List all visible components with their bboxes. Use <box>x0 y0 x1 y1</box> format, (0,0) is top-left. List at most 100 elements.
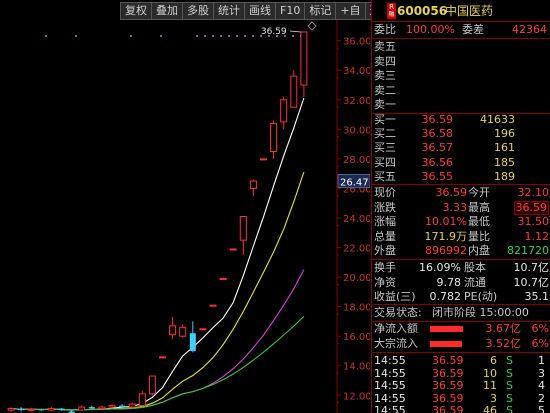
marker-dot <box>45 35 47 37</box>
weibi-label: 委比 <box>374 23 396 36</box>
bid-volume: 185 <box>494 155 515 169</box>
quote-label: 最高 <box>468 200 490 214</box>
ask-label: 卖一 <box>374 98 396 111</box>
quote-label: 量比 <box>468 229 490 243</box>
scroll-end-icon <box>307 21 317 31</box>
bid-label: 买三 <box>374 141 396 155</box>
margin-badge-sub: 融 <box>387 11 396 19</box>
trade-status-label: 交易状态: <box>374 306 422 319</box>
candle-body <box>128 403 136 408</box>
ask-row: 卖三 <box>372 69 550 83</box>
candle-body <box>58 408 65 411</box>
quote-row: 现价 36.59 今开 32.10 <box>372 186 550 200</box>
candle-body <box>38 409 45 411</box>
stat-label: 净资 <box>374 275 396 289</box>
quote-value: 1.12 <box>524 229 550 243</box>
quote-value: 821720 <box>507 244 549 258</box>
ma10-line <box>10 171 305 411</box>
candle-body <box>18 408 25 411</box>
tick-price: 36.59 <box>432 404 464 413</box>
tick-row[interactable]: 14:55 36.59 46 S 5 <box>372 404 550 413</box>
flow-value: 3.67亿 <box>485 322 522 335</box>
kline-svg[interactable]: 12.0014.0016.0018.0020.0022.0024.0026.00… <box>0 20 370 413</box>
ask-row: 卖二 <box>372 84 550 98</box>
marker-dot <box>220 35 222 37</box>
candle-body <box>47 408 55 411</box>
draw-line-button[interactable]: 画线 <box>244 2 276 20</box>
quote-value: 31.50 <box>517 215 550 229</box>
quote-label: 最低 <box>468 215 490 229</box>
high-price-label: 36.59 <box>261 27 287 37</box>
bid-volume: 196 <box>494 127 515 141</box>
candle-body <box>108 405 116 408</box>
marker-dot <box>236 35 238 37</box>
stat-label: 股本 <box>464 261 486 274</box>
y-tick-label: 32.00 <box>343 96 370 107</box>
ask-label: 卖三 <box>374 69 396 82</box>
candle-body <box>260 158 267 161</box>
candle-body <box>300 31 308 86</box>
quote-row: 涨跌 3.33 最高 36.59 <box>372 200 550 215</box>
quote-label: 涨跌 <box>374 200 396 214</box>
stat-value: 10.7亿 <box>513 261 550 274</box>
bid-price: 36.58 <box>421 127 454 141</box>
bid-label: 买五 <box>374 169 396 183</box>
multi-stock-button[interactable]: 多股 <box>182 2 214 20</box>
candle-body <box>98 406 106 410</box>
mark-button[interactable]: 标记 <box>304 2 337 20</box>
ask-row: 卖五 <box>372 40 550 54</box>
stat-value: 35.1 <box>524 290 550 303</box>
flow-row: 净流入额 3.67亿 6% <box>372 322 550 336</box>
candle-body <box>280 99 288 123</box>
y-tick-label: 28.00 <box>343 155 370 166</box>
bid-label: 买一 <box>374 113 396 126</box>
ask-row: 卖四 <box>372 55 550 69</box>
stat-value: 16.09% <box>419 261 461 274</box>
overlay-button[interactable]: 叠加 <box>151 2 183 20</box>
f10-button[interactable]: F10 <box>275 2 306 20</box>
y-tick-label: 20.00 <box>343 273 370 284</box>
quote-row: 外盘 896992 内盘 821720 <box>372 244 550 258</box>
candle-body <box>148 375 156 395</box>
bid-volume: 189 <box>494 169 515 183</box>
flow-label: 大宗流入 <box>374 336 418 350</box>
quote-label: 内盘 <box>468 244 490 258</box>
bid-price: 36.55 <box>421 169 454 183</box>
marker-dot <box>160 35 162 37</box>
stat-row: 收益(三) 0.782 PE(动) 35.1 <box>372 290 550 304</box>
stat-label: 流通 <box>464 275 486 289</box>
current-price-label: 26.47 <box>340 177 369 188</box>
candle-body <box>169 325 177 336</box>
candle-body <box>7 408 15 411</box>
kline-chart[interactable]: 12.00 14.00 16.00 18.00 20.00 22.00 24.00 26.00… <box>0 20 370 413</box>
candle-body <box>270 122 278 152</box>
trade-status-value: 闭市阶段 15:00:00 <box>432 306 529 319</box>
y-tick-label: 36.00 <box>343 37 370 48</box>
quote-label: 现价 <box>374 186 396 199</box>
candle-body <box>239 216 247 241</box>
y-tick-label: 12.00 <box>343 391 370 402</box>
tick-time: 14:55 <box>374 404 406 413</box>
candle-body <box>209 304 217 307</box>
chart-toolbar: 复权叠加多股统计画线F10标记+自返回 <box>120 2 397 20</box>
bid-price: 36.57 <box>421 141 454 155</box>
y-tick-label: 18.00 <box>343 303 370 314</box>
candle-body <box>119 405 126 408</box>
bid-label: 买四 <box>374 155 396 169</box>
ma40-line <box>10 315 305 411</box>
candle-body <box>229 248 237 251</box>
high-pointer <box>289 30 301 33</box>
restore-rights-button[interactable]: 复权 <box>120 2 152 20</box>
stat-label: 换手 <box>374 261 396 274</box>
ma20-line <box>10 269 305 411</box>
bid-price: 36.56 <box>421 155 454 169</box>
bid-row: 买二 36.58 196 <box>372 127 550 141</box>
bid-row: 买四 36.56 185 <box>372 156 550 170</box>
statistics-button[interactable]: 统计 <box>213 2 245 20</box>
stock-code: 600056 <box>397 4 448 18</box>
add-favorite-button[interactable]: +自 <box>335 2 366 20</box>
quote-value: 896992 <box>425 244 467 258</box>
marker-dot <box>292 35 294 37</box>
tick-volume: 46 <box>483 404 497 413</box>
quote-value: 171.9万 <box>424 229 468 243</box>
